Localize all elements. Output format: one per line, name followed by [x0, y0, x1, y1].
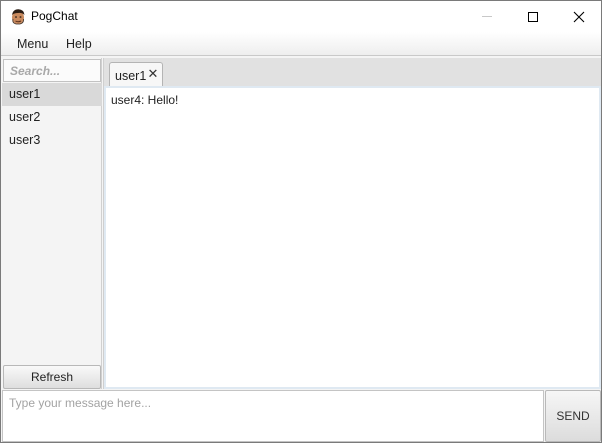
user-list-item[interactable]: user3 — [2, 129, 102, 152]
maximize-icon — [528, 11, 538, 22]
close-button[interactable] — [556, 1, 601, 32]
app-window: PogChat Menu Help user1 user2 user3 Refr… — [0, 0, 602, 443]
chat-message: user4: Hello! — [111, 93, 179, 107]
user-sidebar: user1 user2 user3 Refresh — [2, 58, 102, 389]
user-list-item[interactable]: user2 — [2, 106, 102, 129]
search-input[interactable] — [3, 59, 101, 82]
send-button[interactable]: SEND — [545, 390, 601, 442]
tab-label: user1 — [115, 69, 147, 83]
chat-tab-pane: user1 ✕ user4: Hello! — [103, 58, 601, 389]
menu-menu[interactable]: Menu — [17, 37, 48, 51]
tab-header: user1 ✕ — [104, 58, 601, 87]
minimize-button[interactable] — [464, 1, 510, 32]
window-title: PogChat — [31, 9, 78, 23]
avatar-face-icon — [12, 9, 25, 25]
close-icon — [573, 11, 585, 22]
chat-message-area[interactable]: user4: Hello! — [104, 86, 601, 389]
message-input[interactable] — [2, 390, 544, 442]
menu-bar: Menu Help — [1, 32, 601, 56]
title-bar[interactable]: PogChat — [1, 1, 601, 32]
maximize-button[interactable] — [510, 1, 556, 32]
refresh-button[interactable]: Refresh — [3, 365, 101, 389]
tab-user1[interactable]: user1 ✕ — [109, 62, 163, 87]
tab-close-icon[interactable]: ✕ — [146, 66, 160, 82]
minimize-icon — [482, 16, 492, 17]
user-list: user1 user2 user3 — [2, 83, 102, 152]
user-list-item[interactable]: user1 — [2, 83, 102, 106]
menu-help[interactable]: Help — [66, 37, 92, 51]
